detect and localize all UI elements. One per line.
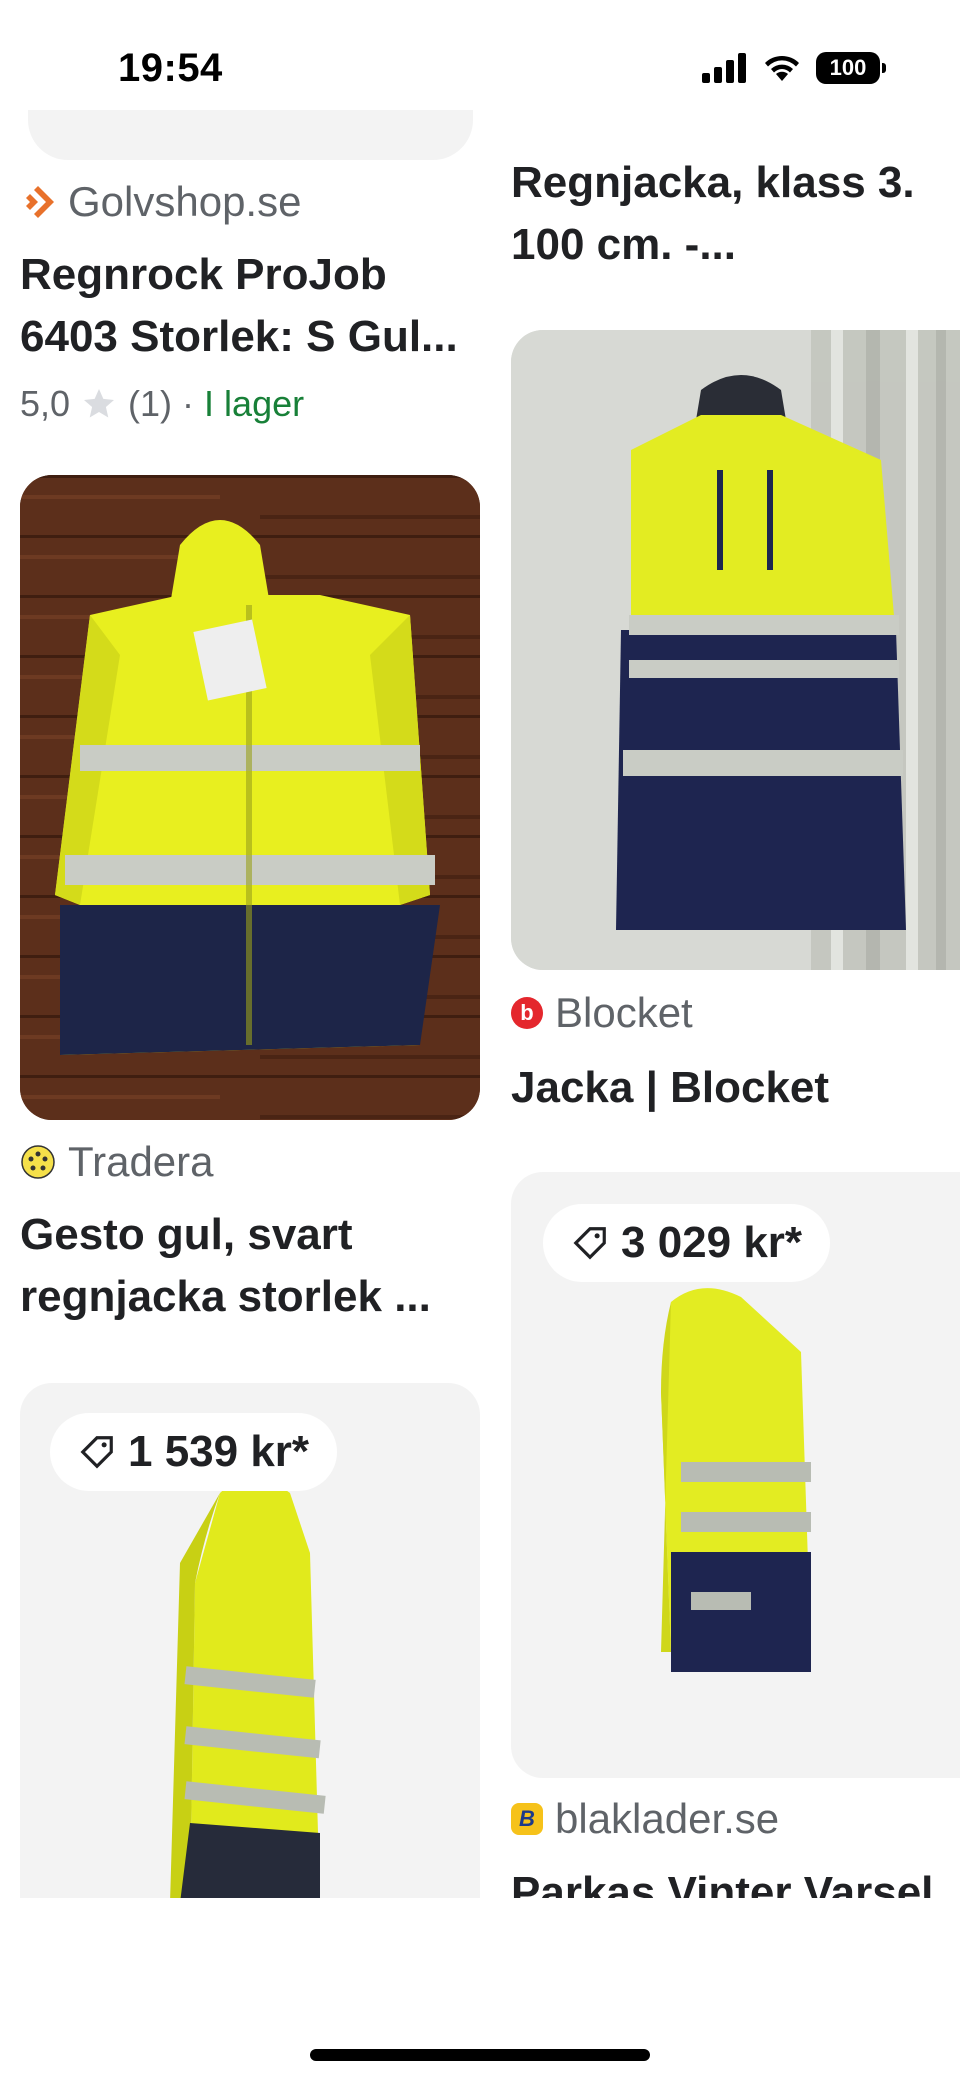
product-card-1539[interactable]: 1 539 kr* [20, 1383, 480, 1903]
price-value: 1 539 kr* [128, 1427, 310, 1476]
price-tag-icon [80, 1436, 113, 1469]
status-time: 19:54 [118, 46, 223, 90]
home-indicator[interactable] [310, 2049, 650, 2061]
title-line: Jacka | Blocket [511, 1063, 830, 1112]
title-line: 6403 Storlek: S Gul... [20, 312, 458, 361]
title-line: Gesto gul, svart [20, 1210, 353, 1259]
price-chip: 1 539 kr* [50, 1413, 338, 1491]
star-icon [84, 389, 115, 418]
source-name: Tradera [68, 1138, 214, 1185]
result-title-parkas[interactable]: Parkas Vinter Varsel [511, 1862, 933, 1898]
rating-value: 5,0 [20, 383, 71, 424]
price-chip: 3 029 kr* [543, 1204, 831, 1282]
parka-image [511, 330, 960, 970]
blocket-logo-icon: b [511, 997, 543, 1029]
golvshop-logo-icon [26, 186, 54, 218]
product-image-blocket[interactable] [511, 330, 960, 970]
result-meta: 5,0 (1) · I lager [20, 383, 304, 425]
result-source-golvshop[interactable]: Golvshop.se [20, 178, 301, 226]
blaklader-logo-icon: B [511, 1803, 543, 1835]
separator: · [182, 383, 195, 424]
signal-icon [702, 53, 746, 83]
jacket-image [20, 475, 480, 1120]
review-count: (1) [128, 383, 173, 424]
title-line: 100 cm. -... [511, 220, 737, 269]
source-name: blaklader.se [555, 1795, 780, 1842]
battery-indicator: 100 [816, 52, 886, 84]
title-line: regnjacka storlek ... [20, 1272, 431, 1321]
source-name: Blocket [555, 989, 693, 1036]
source-name: Golvshop.se [68, 178, 302, 225]
title-line: Regnjacka, klass 3. [511, 158, 915, 207]
price-tag-icon [573, 1227, 606, 1260]
result-title-blocket[interactable]: Jacka | Blocket [511, 1057, 951, 1119]
result-title-regnrock[interactable]: Regnrock ProJob 6403 Storlek: S Gul... [20, 244, 480, 368]
result-source-blaklader[interactable]: B blaklader.se [511, 1795, 779, 1843]
result-title-regnjacka[interactable]: Regnjacka, klass 3. 100 cm. -... [511, 152, 951, 276]
product-card-3029[interactable]: 3 029 kr* [511, 1172, 960, 1778]
wifi-icon [765, 55, 799, 81]
result-title-gesto[interactable]: Gesto gul, svart regnjacka storlek ... [20, 1204, 480, 1328]
tradera-logo-icon [21, 1145, 55, 1179]
product-image-tradera[interactable] [20, 475, 480, 1120]
availability-status: I lager [204, 383, 305, 424]
previous-card-stub [28, 110, 473, 160]
status-icons: 100 [702, 52, 886, 84]
clipped-title-container: Parkas Vinter Varsel [511, 1862, 960, 1898]
title-line: Regnrock ProJob [20, 250, 387, 299]
price-value: 3 029 kr* [621, 1218, 803, 1267]
result-source-tradera[interactable]: Tradera [20, 1138, 214, 1186]
result-source-blocket[interactable]: b Blocket [511, 989, 693, 1037]
